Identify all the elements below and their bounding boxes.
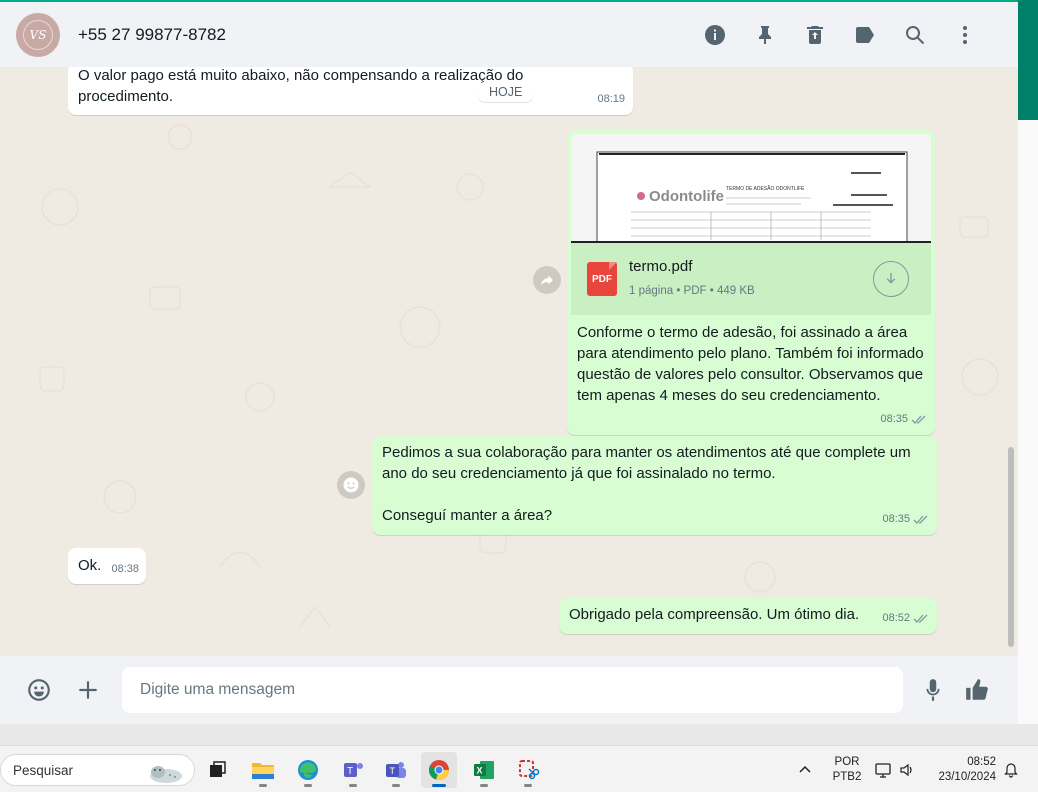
label-icon[interactable] (840, 15, 890, 55)
message-incoming: O valor pago está muito abaixo, não comp… (68, 67, 633, 115)
running-indicator (259, 784, 267, 787)
svg-text:T: T (347, 766, 353, 777)
message-text-question: Conseguí manter a área? (382, 507, 553, 524)
message-time: 08:19 (597, 93, 625, 105)
teams-icon[interactable]: T (335, 752, 371, 788)
taskbar-search[interactable]: Pesquisar (0, 754, 195, 786)
taskbar-search-label: Pesquisar (13, 762, 74, 778)
avatar-logo: VS (23, 19, 53, 50)
date-separator: HOJE (478, 82, 534, 102)
file-explorer-icon[interactable] (245, 752, 281, 788)
file-details: 1 página • PDF • 449 KB (629, 285, 755, 297)
microphone-icon[interactable] (913, 670, 953, 710)
teams-work-icon[interactable]: T (378, 752, 414, 788)
message-outgoing: Pedimos a sua colaboração para manter os… (372, 436, 937, 535)
search-icon[interactable] (890, 15, 940, 55)
message-text: O valor pago está muito abaixo, não comp… (78, 67, 524, 84)
pin-icon[interactable] (740, 15, 790, 55)
message-composer (0, 656, 1018, 724)
file-name: termo.pdf (629, 258, 693, 275)
header-actions (690, 2, 990, 67)
double-check-icon (913, 515, 928, 524)
window-bottom-strip (0, 724, 1038, 745)
document-preview-image: Odontolife TERMO DE ADESÃO ODONTLIFE (596, 151, 908, 241)
window-right-margin (1018, 120, 1038, 745)
message-outgoing: Obrigado pela compreensão. Um ótimo dia.… (559, 598, 937, 634)
thumb-brand-text: Odontolife (649, 188, 724, 205)
attach-plus-icon[interactable] (68, 670, 108, 710)
message-text: Conforme o termo de adesão, foi assinado… (577, 324, 924, 404)
document-thumbnail[interactable]: Odontolife TERMO DE ADESÃO ODONTLIFE (571, 134, 931, 243)
running-indicator (349, 784, 357, 787)
message-time-text: 08:52 (882, 612, 910, 624)
snipping-tool-icon[interactable] (510, 752, 546, 788)
chat-scrollbar[interactable] (1008, 447, 1014, 647)
running-indicator (480, 784, 488, 787)
double-check-icon (913, 614, 928, 623)
running-indicator (392, 784, 400, 787)
message-time: 08:52 (882, 608, 929, 629)
message-text: Pedimos a sua colaboração para manter os… (382, 444, 911, 482)
message-time: 08:35 (880, 409, 927, 430)
language-code: POR (834, 755, 860, 768)
message-text-continued: procedimento. (78, 88, 174, 105)
download-button[interactable] (873, 261, 909, 297)
taskbar-clock[interactable]: 08:52 23/10/2024 (930, 746, 996, 792)
thumbs-up-icon[interactable] (957, 670, 997, 710)
message-time-text: 08:35 (880, 413, 908, 425)
clock-time: 08:52 (967, 755, 996, 768)
task-view-icon[interactable] (199, 752, 235, 788)
running-indicator (432, 784, 446, 787)
emoji-icon[interactable] (19, 670, 59, 710)
notification-bell-icon[interactable] (1003, 746, 1019, 792)
network-icon[interactable] (875, 746, 893, 792)
search-highlight-image (150, 766, 182, 783)
running-indicator (304, 784, 312, 787)
clock-date: 23/10/2024 (938, 770, 996, 783)
info-icon[interactable] (690, 15, 740, 55)
keyboard-layout: PTB2 (832, 770, 862, 783)
message-incoming: Ok. 08:38 (68, 548, 146, 584)
edge-icon[interactable] (290, 752, 326, 788)
thumb-heading-text: TERMO DE ADESÃO ODONTLIFE (726, 185, 805, 192)
message-time: 08:35 (882, 509, 929, 530)
volume-icon[interactable] (899, 746, 915, 792)
forward-icon[interactable] (533, 266, 561, 294)
message-time-text: 08:35 (882, 513, 910, 525)
running-indicator (524, 784, 532, 787)
chrome-icon[interactable] (421, 752, 457, 788)
svg-text:X: X (477, 766, 483, 776)
windows-taskbar: Pesquisar T T X POR PTB2 08:52 23/10/202… (0, 745, 1038, 792)
excel-icon[interactable]: X (466, 752, 502, 788)
input-language-indicator[interactable]: POR PTB2 (830, 746, 864, 792)
double-check-icon (911, 415, 926, 424)
contact-name[interactable]: +55 27 99877-8782 (78, 25, 226, 45)
chat-header: VS +55 27 99877-8782 (0, 0, 1018, 67)
contact-avatar[interactable]: VS (16, 12, 60, 57)
file-meta: termo.pdf 1 página • PDF • 449 KB (629, 256, 755, 302)
menu-icon[interactable] (940, 15, 990, 55)
message-input[interactable] (122, 667, 903, 713)
attachment-file-row[interactable]: PDF termo.pdf 1 página • PDF • 449 KB (571, 243, 931, 315)
message-text: Ok. (78, 557, 102, 574)
message-time: 08:38 (111, 563, 139, 575)
pdf-file-icon: PDF (587, 262, 617, 296)
emoji-reaction-icon[interactable] (337, 471, 365, 499)
message-outgoing-attachment: Odontolife TERMO DE ADESÃO ODONTLIFE PDF… (567, 130, 935, 435)
message-text: Obrigado pela compreensão. Um ótimo dia. (569, 606, 860, 623)
svg-text:T: T (390, 766, 396, 776)
download-icon (886, 273, 896, 284)
chat-area: O valor pago está muito abaixo, não comp… (0, 67, 1018, 656)
delete-icon[interactable] (790, 15, 840, 55)
tray-overflow-chevron-icon[interactable] (798, 746, 812, 792)
window-accent-strip (1018, 0, 1038, 120)
